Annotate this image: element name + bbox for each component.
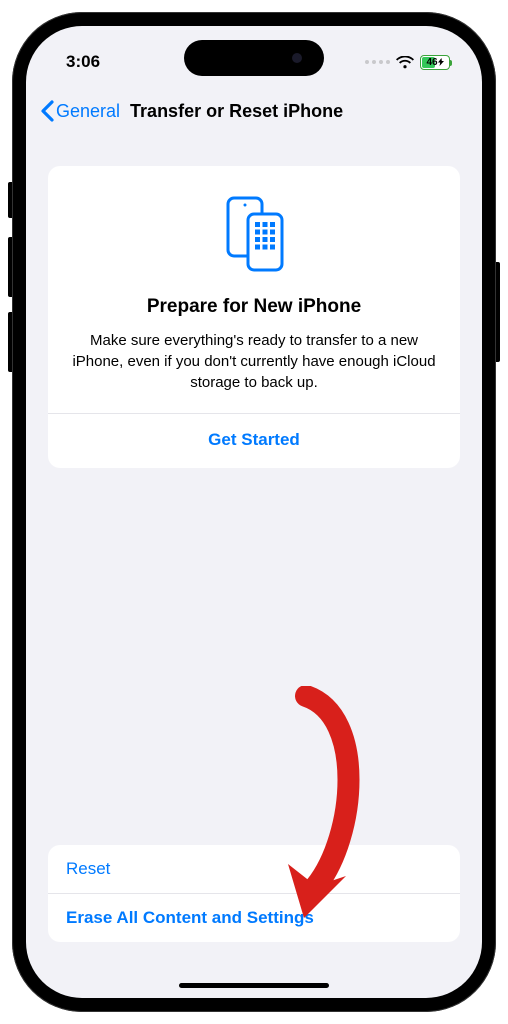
page-title: Transfer or Reset iPhone <box>130 101 343 122</box>
wifi-icon <box>396 56 414 69</box>
prepare-card-title: Prepare for New iPhone <box>70 296 438 318</box>
home-indicator[interactable] <box>179 983 329 988</box>
screen: 3:06 46 <box>26 26 482 998</box>
back-button[interactable]: General <box>40 100 120 122</box>
iphone-device-frame: 3:06 46 <box>12 12 496 1012</box>
get-started-button[interactable]: Get Started <box>70 414 438 468</box>
prepare-card-description: Make sure everything's ready to transfer… <box>70 330 438 393</box>
reset-button[interactable]: Reset <box>48 845 460 893</box>
prepare-card: Prepare for New iPhone Make sure everyth… <box>48 166 460 468</box>
erase-all-button[interactable]: Erase All Content and Settings <box>48 893 460 942</box>
chevron-left-icon <box>40 100 54 122</box>
back-button-label: General <box>56 101 120 122</box>
status-time: 3:06 <box>66 52 100 72</box>
battery-icon: 46 <box>420 55 450 70</box>
recording-dots-icon <box>365 60 390 64</box>
two-phones-icon <box>70 194 438 274</box>
bottom-options-list: Reset Erase All Content and Settings <box>48 845 460 942</box>
navigation-bar: General Transfer or Reset iPhone <box>26 88 482 134</box>
dynamic-island <box>184 40 324 76</box>
